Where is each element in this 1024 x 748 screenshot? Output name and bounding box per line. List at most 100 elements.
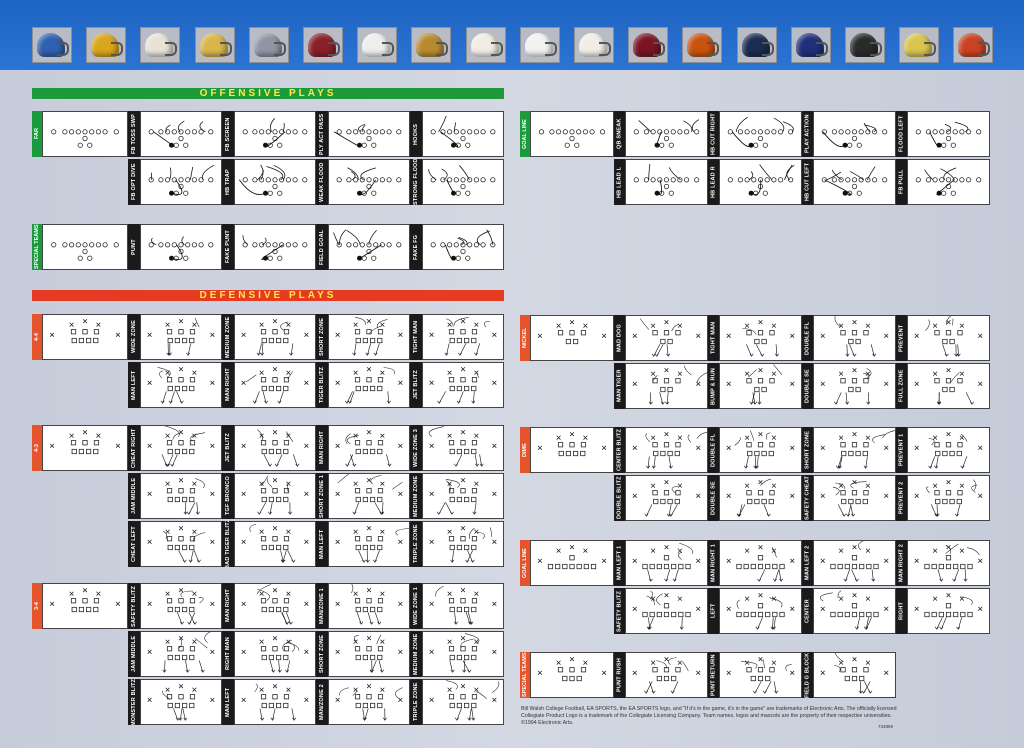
play-name-label: TIGHT MAN	[708, 315, 719, 361]
football-helmet-icon	[736, 27, 777, 63]
helmet-facemask	[599, 42, 611, 56]
play-diagram	[328, 425, 410, 471]
play-diagram	[719, 363, 802, 409]
play-name-label: MAN/ZONE 2	[316, 679, 328, 725]
formation-tab: SPECIAL TEAMS	[32, 224, 42, 270]
play-diagram	[719, 315, 802, 361]
play-diagram	[140, 224, 222, 270]
play-diagram	[907, 111, 990, 157]
play-diagram	[907, 475, 990, 521]
play-diagram	[813, 111, 896, 157]
play-diagram	[140, 521, 222, 567]
play-name-label: RIGHT	[896, 588, 907, 634]
play-diagram	[907, 540, 990, 586]
play-name-label: PUNT	[128, 224, 140, 270]
play-diagram	[328, 473, 410, 519]
football-helmet-icon	[628, 27, 669, 63]
helmet-facemask	[707, 42, 720, 56]
helmet-facemask	[273, 42, 286, 56]
play-diagram	[422, 521, 504, 567]
formation-tab: SPECIAL TEAMS	[520, 652, 530, 698]
play-name-label: MAN RIGHT	[222, 583, 234, 629]
play-diagram	[234, 314, 316, 360]
play-diagram	[140, 473, 222, 519]
football-helmet-icon	[248, 27, 289, 63]
play-diagram	[625, 540, 708, 586]
play-name-label: CHEAT LEFT	[128, 521, 140, 567]
play-name-label: CENTER BLITZ	[614, 427, 625, 473]
play-diagram	[422, 111, 504, 157]
play-name-label: FB PULL	[896, 159, 907, 205]
play-name-label: DOUBLE FL	[708, 427, 719, 473]
play-name-label: HB CUT LEFT	[802, 159, 813, 205]
play-diagram	[234, 159, 316, 205]
play-name-label: PREVENT 2	[896, 475, 907, 521]
play-name-label: JET BLITZ	[222, 425, 234, 471]
football-helmet-icon	[790, 27, 831, 63]
legal-notice: Bill Walsh College Football, EA SPORTS, …	[521, 706, 897, 726]
play-diagram	[813, 315, 896, 361]
play-name-label: TIGER BLITZ	[316, 362, 328, 408]
play-name-label: DOUBLE BLITZ	[614, 475, 625, 521]
play-name-label: DOUBLE SE	[802, 363, 813, 409]
product-code: 734869	[878, 724, 894, 729]
formation-tab: FAR	[32, 111, 42, 157]
helmet-facemask	[382, 42, 395, 56]
play-name-label: MEDIUM ZONE	[410, 631, 422, 677]
play-name-label: HOOKS	[410, 111, 422, 157]
play-diagram	[422, 425, 504, 471]
play-diagram	[140, 362, 222, 408]
play-name-label: HB LEAD R	[708, 159, 719, 205]
play-name-label: WEAK FLOOD	[316, 159, 328, 205]
play-name-label: SHORT ZONE	[316, 314, 328, 360]
play-diagram	[719, 111, 802, 157]
play-name-label: BAD TIGER BLITZ	[222, 521, 234, 567]
play-name-label: MAN/ZONE 1	[316, 583, 328, 629]
play-chart-poster: FAR FB TOSS SWP FB SCREEN PLY ACT PASS HOOKS…	[0, 0, 1024, 748]
base-formation-diagram	[42, 224, 128, 270]
play-diagram	[625, 111, 708, 157]
play-name-label: MEDIUM ZONE	[410, 473, 422, 519]
play-diagram	[907, 363, 990, 409]
football-helmet-icon	[411, 27, 452, 63]
football-helmet-icon	[140, 27, 181, 63]
play-name-label: MAD DOG	[614, 315, 625, 361]
football-helmet-icon	[465, 27, 506, 63]
football-helmet-icon	[682, 27, 723, 63]
formation-tab: GOAL LINE	[520, 111, 530, 157]
play-name-label: MAN LEFT 1	[614, 540, 625, 586]
play-name-label: RIGHT MAN	[222, 631, 234, 677]
play-diagram	[328, 631, 410, 677]
play-diagram	[907, 588, 990, 634]
football-helmet-icon	[357, 27, 398, 63]
play-name-label: PUNT RETURN	[708, 652, 719, 698]
play-name-label: CENTER	[802, 588, 813, 634]
play-diagram	[234, 679, 316, 725]
base-formation-diagram	[42, 583, 128, 629]
offensive-plays-header: OFFENSIVE PLAYS	[32, 88, 504, 99]
football-helmet-icon	[519, 27, 560, 63]
play-diagram	[907, 159, 990, 205]
play-name-label: MONSTER BLITZ	[128, 679, 140, 725]
play-name-label: MAN RIGHT	[222, 362, 234, 408]
helmet-facemask	[111, 42, 124, 56]
play-diagram	[907, 427, 990, 473]
play-name-label: DOUBLE FL	[802, 315, 813, 361]
play-name-label: MAN RIGHT	[316, 425, 328, 471]
play-name-label: FB TOSS SWP	[128, 111, 140, 157]
play-name-label: HB CUT RIGHT	[708, 111, 719, 157]
play-name-label: JET BLITZ	[410, 362, 422, 408]
football-helmet-icon	[574, 27, 614, 63]
play-diagram	[140, 583, 222, 629]
play-name-label: MAN TIGER	[614, 363, 625, 409]
play-diagram	[625, 159, 708, 205]
play-name-label: DOUBLE SE	[708, 475, 719, 521]
play-diagram	[234, 473, 316, 519]
play-diagram	[813, 652, 896, 698]
play-diagram	[234, 521, 316, 567]
play-diagram	[813, 159, 896, 205]
play-name-label: PREVENT 1	[896, 427, 907, 473]
play-name-label: MAN RIGHT 2	[896, 540, 907, 586]
formation-tab: 4-4	[32, 314, 42, 360]
base-formation-diagram	[530, 652, 614, 698]
